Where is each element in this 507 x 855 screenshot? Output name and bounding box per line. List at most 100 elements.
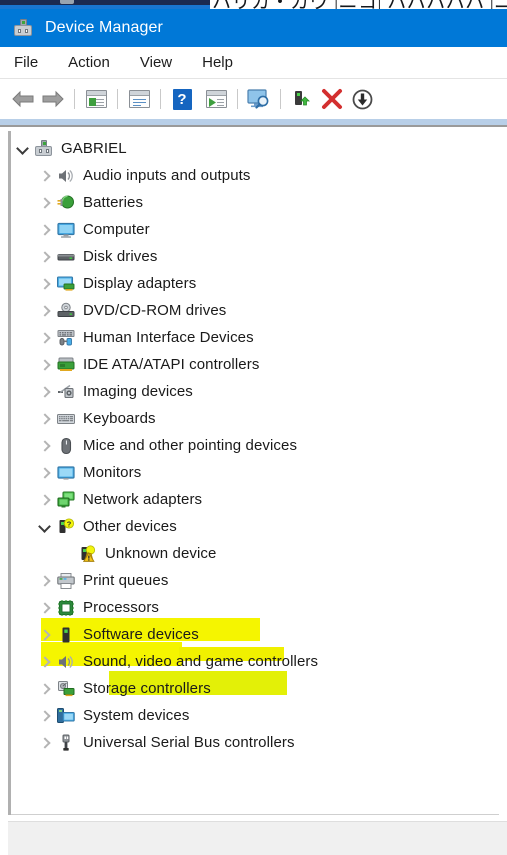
tree-item-label: Keyboards — [83, 410, 156, 427]
chevron-right-icon[interactable] — [33, 360, 55, 370]
forward-arrow-icon[interactable] — [38, 84, 68, 114]
window-title: Device Manager — [45, 19, 163, 36]
menu-item-action[interactable]: Action — [68, 54, 110, 71]
chevron-right-icon[interactable] — [33, 414, 55, 424]
processor-icon — [55, 599, 77, 617]
tree-item-label: Computer — [83, 221, 150, 238]
tree-item-disk-drives[interactable]: Disk drives — [11, 243, 499, 270]
unknown-device-question-icon: ? — [55, 517, 77, 536]
tree-item-unknown-device[interactable]: Unknown device — [11, 540, 499, 567]
tree-item-gabriel[interactable]: GABRIEL — [11, 135, 499, 162]
menu-item-file[interactable]: File — [14, 54, 38, 71]
sliver-partial-text: ハリカ・カウ |ニコ| ハハハハハ |ニヘ ハハ ハヘ ハハヘ — [212, 0, 507, 9]
chevron-right-icon[interactable] — [33, 387, 55, 397]
tree-item-label: Sound, video and game controllers — [83, 653, 319, 670]
chevron-right-icon[interactable] — [33, 468, 55, 478]
uninstall-device-icon[interactable] — [317, 84, 347, 114]
chevron-right-icon[interactable] — [33, 738, 55, 748]
usb-icon — [55, 734, 77, 752]
enable-device-icon[interactable] — [287, 84, 317, 114]
tree-item-network-adapters[interactable]: Network adapters — [11, 486, 499, 513]
software-device-icon — [55, 626, 77, 644]
tree-item-processors[interactable]: Processors — [11, 594, 499, 621]
tree-item-monitors[interactable]: Monitors — [11, 459, 499, 486]
tree-item-print-queues[interactable]: Print queues — [11, 567, 499, 594]
tree-item-label: DVD/CD-ROM drives — [83, 302, 227, 319]
tree-item-ide-ata-atapi-controllers[interactable]: IDE ATA/ATAPI controllers — [11, 351, 499, 378]
status-bar — [8, 821, 507, 855]
show-hide-console-tree-icon[interactable] — [81, 84, 111, 114]
update-driver-software-icon[interactable] — [201, 84, 231, 114]
tree-item-label: Audio inputs and outputs — [83, 167, 251, 184]
tree-item-storage-controllers[interactable]: Storage controllers — [11, 675, 499, 702]
device-tree-panel[interactable]: GABRIEL Audio inputs and outputs Batteri… — [8, 131, 499, 815]
tree-item-label: System devices — [83, 707, 190, 724]
chevron-right-icon[interactable] — [33, 576, 55, 586]
back-arrow-icon[interactable] — [8, 84, 38, 114]
properties-icon[interactable] — [124, 84, 154, 114]
storage-controller-icon — [55, 680, 77, 698]
tree-item-label: Monitors — [83, 464, 142, 481]
chevron-right-icon[interactable] — [33, 171, 55, 181]
tree-item-keyboards[interactable]: Keyboards — [11, 405, 499, 432]
tree-item-imaging-devices[interactable]: Imaging devices — [11, 378, 499, 405]
imaging-device-icon — [55, 383, 77, 401]
chevron-right-icon[interactable] — [33, 279, 55, 289]
chevron-right-icon[interactable] — [33, 711, 55, 721]
chevron-right-icon[interactable] — [33, 252, 55, 262]
monitor-icon — [55, 221, 77, 239]
disk-drive-icon — [55, 248, 77, 266]
chevron-right-icon[interactable] — [33, 630, 55, 640]
speaker-icon — [55, 167, 77, 185]
tree-item-sound-video-and-game-controllers[interactable]: Sound, video and game controllers — [11, 648, 499, 675]
chevron-right-icon[interactable] — [33, 306, 55, 316]
tree-item-display-adapters[interactable]: Display adapters — [11, 270, 499, 297]
tree-item-label: Network adapters — [83, 491, 203, 508]
tree-item-label: Human Interface Devices — [83, 329, 254, 346]
printer-icon — [55, 572, 77, 590]
chevron-right-icon[interactable] — [33, 603, 55, 613]
tree-item-label: Imaging devices — [83, 383, 193, 400]
chevron-right-icon[interactable] — [33, 441, 55, 451]
chevron-right-icon[interactable] — [33, 198, 55, 208]
chevron-right-icon[interactable] — [33, 333, 55, 343]
tree-item-label: Software devices — [83, 626, 199, 643]
tree-item-dvd-cd-rom-drives[interactable]: DVD/CD-ROM drives — [11, 297, 499, 324]
help-icon[interactable]: ? — [167, 84, 197, 114]
toolbar-separator — [280, 89, 281, 109]
hid-icon — [55, 329, 77, 347]
tree-item-label: IDE ATA/ATAPI controllers — [83, 356, 260, 373]
device-manager-window: Device Manager File Action View Help ? G… — [0, 9, 507, 855]
tree-item-batteries[interactable]: Batteries — [11, 189, 499, 216]
scan-for-hardware-changes-icon[interactable] — [244, 84, 274, 114]
chevron-down-icon[interactable] — [11, 144, 33, 154]
tree-item-audio-inputs-and-outputs[interactable]: Audio inputs and outputs — [11, 162, 499, 189]
menu-item-help[interactable]: Help — [202, 54, 233, 71]
menu-item-view[interactable]: View — [140, 54, 172, 71]
tree-item-mice-and-other-pointing-devices[interactable]: Mice and other pointing devices — [11, 432, 499, 459]
toolbar-separator — [117, 89, 118, 109]
network-adapter-icon — [55, 490, 77, 509]
tree-item-label: Batteries — [83, 194, 144, 211]
tree-item-label: Mice and other pointing devices — [83, 437, 298, 454]
tree-item-label: Unknown device — [105, 545, 217, 562]
tree-item-universal-serial-bus-controllers[interactable]: Universal Serial Bus controllers — [11, 729, 499, 756]
tree-item-label: Print queues — [83, 572, 169, 589]
toolbar-separator — [160, 89, 161, 109]
monitor-icon — [55, 464, 77, 482]
title-bar: Device Manager — [0, 9, 507, 47]
tree-item-label: Processors — [83, 599, 160, 616]
tree-item-software-devices[interactable]: Software devices — [11, 621, 499, 648]
svg-text:?: ? — [67, 519, 72, 528]
tree-item-human-interface-devices[interactable]: Human Interface Devices — [11, 324, 499, 351]
tree-item-label: Other devices — [83, 518, 177, 535]
chevron-right-icon[interactable] — [33, 684, 55, 694]
chevron-down-icon[interactable] — [33, 522, 55, 532]
chevron-right-icon[interactable] — [33, 225, 55, 235]
tree-item-system-devices[interactable]: System devices — [11, 702, 499, 729]
tree-item-computer[interactable]: Computer — [11, 216, 499, 243]
disable-device-icon[interactable] — [347, 84, 377, 114]
tree-item-other-devices[interactable]: ? Other devices — [11, 513, 499, 540]
chevron-right-icon[interactable] — [33, 657, 55, 667]
chevron-right-icon[interactable] — [33, 495, 55, 505]
